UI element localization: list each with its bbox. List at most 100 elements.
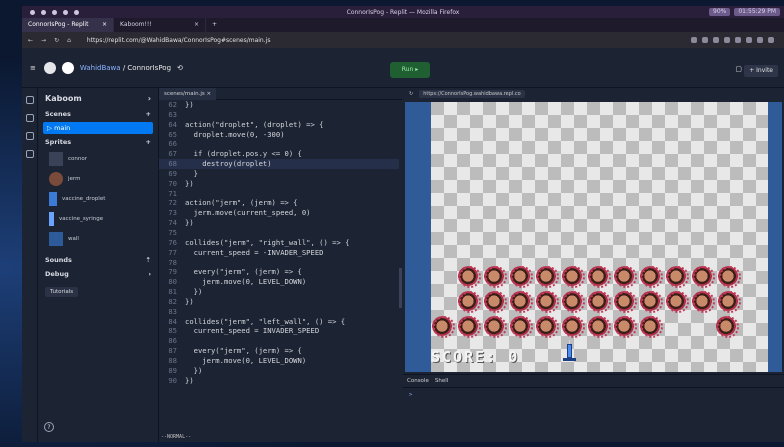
breadcrumb-repl[interactable]: ConnorIsPog — [127, 64, 171, 72]
enemy-jerm — [715, 314, 739, 338]
breadcrumb-user[interactable]: WahidBawa — [80, 64, 121, 72]
back-icon[interactable]: ← — [28, 37, 33, 44]
code-line[interactable]: 79 every("jerm", (jerm) => { — [159, 267, 399, 277]
close-icon[interactable]: × — [194, 18, 199, 32]
code-line[interactable]: 83 — [159, 307, 399, 317]
code-line[interactable]: 73 jerm.move(current_speed, 0) — [159, 208, 399, 218]
webview-url[interactable]: https://ConnorIsPog.wahidbawa.repl.co — [419, 90, 525, 98]
sprite-wall[interactable]: wall — [39, 229, 157, 249]
code-line[interactable]: 88 jerm.move(0, LEVEL_DOWN) — [159, 356, 399, 366]
extension-icon[interactable] — [702, 37, 708, 43]
code-line[interactable]: 80 jerm.move(0, LEVEL_DOWN) — [159, 277, 399, 287]
sprites-header: Sprites + — [45, 138, 151, 146]
game-canvas[interactable]: SCORE: 0 — [405, 102, 782, 372]
extension-icon[interactable] — [713, 37, 719, 43]
sprite-thumbnail — [49, 152, 63, 166]
history-icon[interactable]: ⟲ — [177, 64, 183, 72]
code-line[interactable]: 76 collides("jerm", "right_wall", () => { — [159, 238, 399, 248]
console-prompt[interactable]: > — [403, 388, 784, 402]
debug-header[interactable]: Debug › — [39, 267, 157, 281]
tab-label: Kaboom!!! — [120, 21, 152, 28]
code-line[interactable]: 90}) — [159, 376, 399, 386]
extension-icon[interactable] — [724, 37, 730, 43]
code-line[interactable]: 69 } — [159, 169, 399, 179]
code-line[interactable]: 87 every("jerm", (jerm) => { — [159, 346, 399, 356]
code-line[interactable]: 81 }) — [159, 287, 399, 297]
check-icon[interactable] — [26, 150, 34, 158]
extension-icon[interactable] — [735, 37, 741, 43]
tab-kaboom[interactable]: Kaboom!!! × — [114, 18, 206, 32]
tab-replit[interactable]: ConnorIsPog - Replit × — [22, 18, 114, 32]
extension-icon[interactable] — [746, 37, 752, 43]
code-line[interactable]: 68 destroy(droplet) — [159, 159, 399, 169]
new-tab-button[interactable]: + — [206, 18, 223, 32]
sprite-jerm[interactable]: jerm — [39, 169, 157, 189]
code-line[interactable]: 77 current_speed = -INVADER_SPEED — [159, 248, 399, 258]
code-line[interactable]: 74}) — [159, 218, 399, 228]
files-icon[interactable] — [26, 96, 34, 104]
extension-icon[interactable] — [768, 37, 774, 43]
code-editor[interactable]: scenes/main.js × 62}) 63 64 action("droplet… — [158, 87, 402, 442]
code-line[interactable]: 63 — [159, 110, 399, 120]
tab-shell[interactable]: Shell — [435, 378, 448, 384]
add-icon[interactable]: + — [146, 138, 151, 146]
enemy-jerm — [457, 264, 481, 288]
run-button[interactable]: Run ▸ — [390, 62, 430, 78]
line-number: 76 — [168, 237, 177, 247]
code-line[interactable]: 82}) — [159, 297, 399, 307]
settings-icon[interactable] — [26, 132, 34, 140]
help-icon[interactable]: ? — [44, 422, 54, 432]
forward-icon[interactable]: → — [41, 37, 46, 44]
enemy-jerm — [717, 264, 741, 288]
share-icon[interactable] — [26, 114, 34, 122]
address-field[interactable]: https://replit.com/@WahidBawa/ConnorIsPo… — [87, 37, 271, 44]
chat-icon[interactable]: ▢ — [735, 65, 742, 73]
line-text: if (droplet.pos.y <= 0) { — [185, 149, 302, 159]
code-line[interactable]: 66 — [159, 139, 399, 149]
code-line[interactable]: 70}) — [159, 179, 399, 189]
code-line[interactable]: 86 — [159, 336, 399, 346]
close-icon[interactable]: × — [102, 18, 107, 32]
enemy-jerm — [561, 289, 585, 313]
code-line[interactable]: 62}) — [159, 100, 399, 110]
enemy-jerm — [561, 314, 585, 338]
code-line[interactable]: 65 droplet.move(0, -300) — [159, 130, 399, 140]
sprite-vaccine-syringe[interactable]: vaccine_syringe — [39, 209, 157, 229]
scene-main[interactable]: ▷ main — [43, 122, 153, 134]
upload-icon: ⇡ — [145, 256, 151, 264]
code-line[interactable]: 64 action("droplet", (droplet) => { — [159, 120, 399, 130]
code-line[interactable]: 85 current_speed = INVADER_SPEED — [159, 326, 399, 336]
line-number: 82 — [168, 296, 177, 306]
tab-console[interactable]: Console — [407, 378, 429, 384]
add-icon[interactable]: + — [146, 110, 151, 118]
reload-icon[interactable]: ↻ — [54, 37, 59, 44]
sprite-vaccine-droplet[interactable]: vaccine_droplet — [39, 189, 157, 209]
code-lines[interactable]: 62}) 63 64 action("droplet", (droplet) => {… — [159, 100, 399, 385]
invite-button[interactable]: + Invite — [744, 65, 778, 77]
reload-icon[interactable]: ↻ — [409, 91, 413, 97]
code-line[interactable]: 78 — [159, 258, 399, 268]
line-number: 87 — [168, 346, 177, 356]
code-line[interactable]: 89 }) — [159, 366, 399, 376]
code-line[interactable]: 67 if (droplet.pos.y <= 0) { — [159, 149, 399, 159]
tutorials-button[interactable]: Tutorials — [45, 287, 79, 297]
sounds-header[interactable]: Sounds ⇡ — [39, 253, 157, 267]
extension-icon[interactable] — [757, 37, 763, 43]
editor-tab-main-js[interactable]: scenes/main.js × — [159, 87, 217, 100]
avatar[interactable] — [61, 61, 74, 74]
menu-icon[interactable]: ≡ — [30, 64, 36, 72]
line-text: }) — [185, 365, 203, 375]
code-line[interactable]: 72 action("jerm", (jerm) => { — [159, 198, 399, 208]
sprite-connor[interactable]: connor — [39, 149, 157, 169]
code-line[interactable]: 84 collides("jerm", "left_wall", () => { — [159, 317, 399, 327]
replit-logo-icon[interactable] — [43, 61, 56, 74]
home-icon[interactable]: ⌂ — [67, 37, 71, 44]
workspace-dots[interactable] — [30, 9, 79, 15]
enemy-jerm — [717, 289, 741, 313]
editor-scrollbar[interactable] — [399, 268, 402, 308]
system-tray[interactable]: 90% 01:55:29 PM — [709, 8, 780, 16]
code-line[interactable]: 75 — [159, 228, 399, 238]
extension-icon[interactable] — [691, 37, 697, 43]
chevron-right-icon[interactable]: › — [148, 94, 151, 103]
code-line[interactable]: 71 — [159, 189, 399, 199]
